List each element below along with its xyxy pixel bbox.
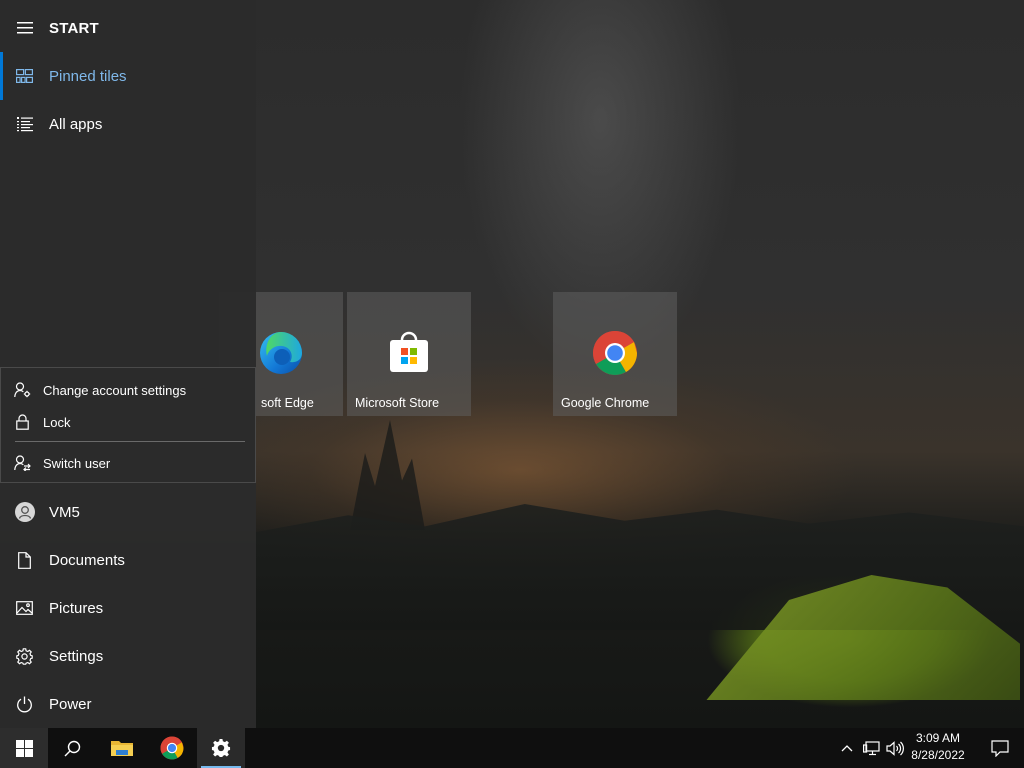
start-header-button[interactable]: START [0, 4, 256, 52]
gear-icon [0, 647, 49, 665]
tile-label: Microsoft Store [355, 396, 440, 410]
start-header-label: START [49, 19, 99, 37]
edge-icon [260, 332, 302, 374]
chevron-up-icon [841, 745, 853, 752]
switch-user-icon [1, 455, 43, 471]
show-hidden-icons-button[interactable] [836, 728, 858, 768]
tile-label: soft Edge [261, 396, 314, 410]
nav-all-apps[interactable]: All apps [0, 100, 256, 148]
nav-pinned-tiles-label: Pinned tiles [49, 67, 127, 85]
nav-all-apps-label: All apps [49, 115, 103, 133]
documents-label: Documents [49, 551, 125, 569]
settings-button[interactable]: Settings [0, 632, 256, 680]
all-apps-list-icon [0, 116, 49, 132]
search-icon [64, 740, 80, 756]
lock-label: Lock [43, 414, 71, 430]
hamburger-menu-icon [0, 22, 49, 34]
start-menu-pane: START Pinned tiles All apps Change accou… [0, 0, 256, 728]
file-explorer-button[interactable] [98, 728, 146, 768]
tile-google-chrome[interactable]: Google Chrome [553, 292, 677, 416]
flyout-divider [15, 441, 245, 442]
network-icon [862, 740, 880, 755]
taskbar-chrome-button[interactable] [148, 728, 196, 768]
power-icon [0, 696, 49, 713]
windows-start-button[interactable] [0, 728, 48, 768]
windows-start-icon [15, 739, 33, 757]
change-account-settings-button[interactable]: Change account settings [1, 375, 255, 405]
action-center-icon [991, 739, 1009, 757]
network-button[interactable] [860, 728, 882, 768]
file-explorer-icon [111, 741, 133, 756]
chrome-icon [593, 331, 637, 375]
account-flyout-menu: Change account settings Lock Switch user [0, 367, 256, 483]
power-button[interactable]: Power [0, 680, 256, 728]
avatar [0, 502, 49, 522]
switch-user-label: Switch user [43, 455, 111, 471]
power-label: Power [49, 695, 92, 713]
volume-button[interactable] [884, 728, 906, 768]
user-account-button[interactable]: VM5 [0, 488, 256, 536]
tile-microsoft-store[interactable]: Microsoft Store [347, 292, 471, 416]
taskbar-clock[interactable]: 3:09 AM 8/28/2022 [904, 730, 972, 764]
clock-date: 8/28/2022 [911, 748, 965, 762]
document-icon [0, 551, 49, 569]
taskbar-settings-button[interactable] [197, 728, 245, 768]
pictures-icon [0, 601, 49, 615]
pictures-label: Pictures [49, 599, 104, 617]
documents-button[interactable]: Documents [0, 536, 256, 584]
nav-pinned-tiles[interactable]: Pinned tiles [0, 52, 256, 100]
user-settings-icon [1, 382, 43, 398]
change-account-settings-label: Change account settings [43, 382, 187, 398]
pictures-button[interactable]: Pictures [0, 584, 256, 632]
pinned-tiles-icon [0, 69, 49, 83]
store-icon [390, 331, 428, 372]
clock-time: 3:09 AM [915, 731, 961, 745]
volume-icon [886, 740, 904, 756]
search-button[interactable] [48, 728, 96, 768]
settings-gear-icon [211, 738, 231, 758]
lock-button[interactable]: Lock [1, 407, 255, 437]
lock-icon [1, 414, 43, 430]
tile-label: Google Chrome [561, 396, 650, 410]
user-name-label: VM5 [49, 503, 80, 521]
switch-user-button[interactable]: Switch user [1, 448, 255, 478]
settings-label: Settings [49, 647, 104, 665]
chrome-icon [160, 736, 184, 760]
action-center-button[interactable] [976, 728, 1024, 768]
taskbar: 3:09 AM 8/28/2022 [0, 728, 1024, 768]
